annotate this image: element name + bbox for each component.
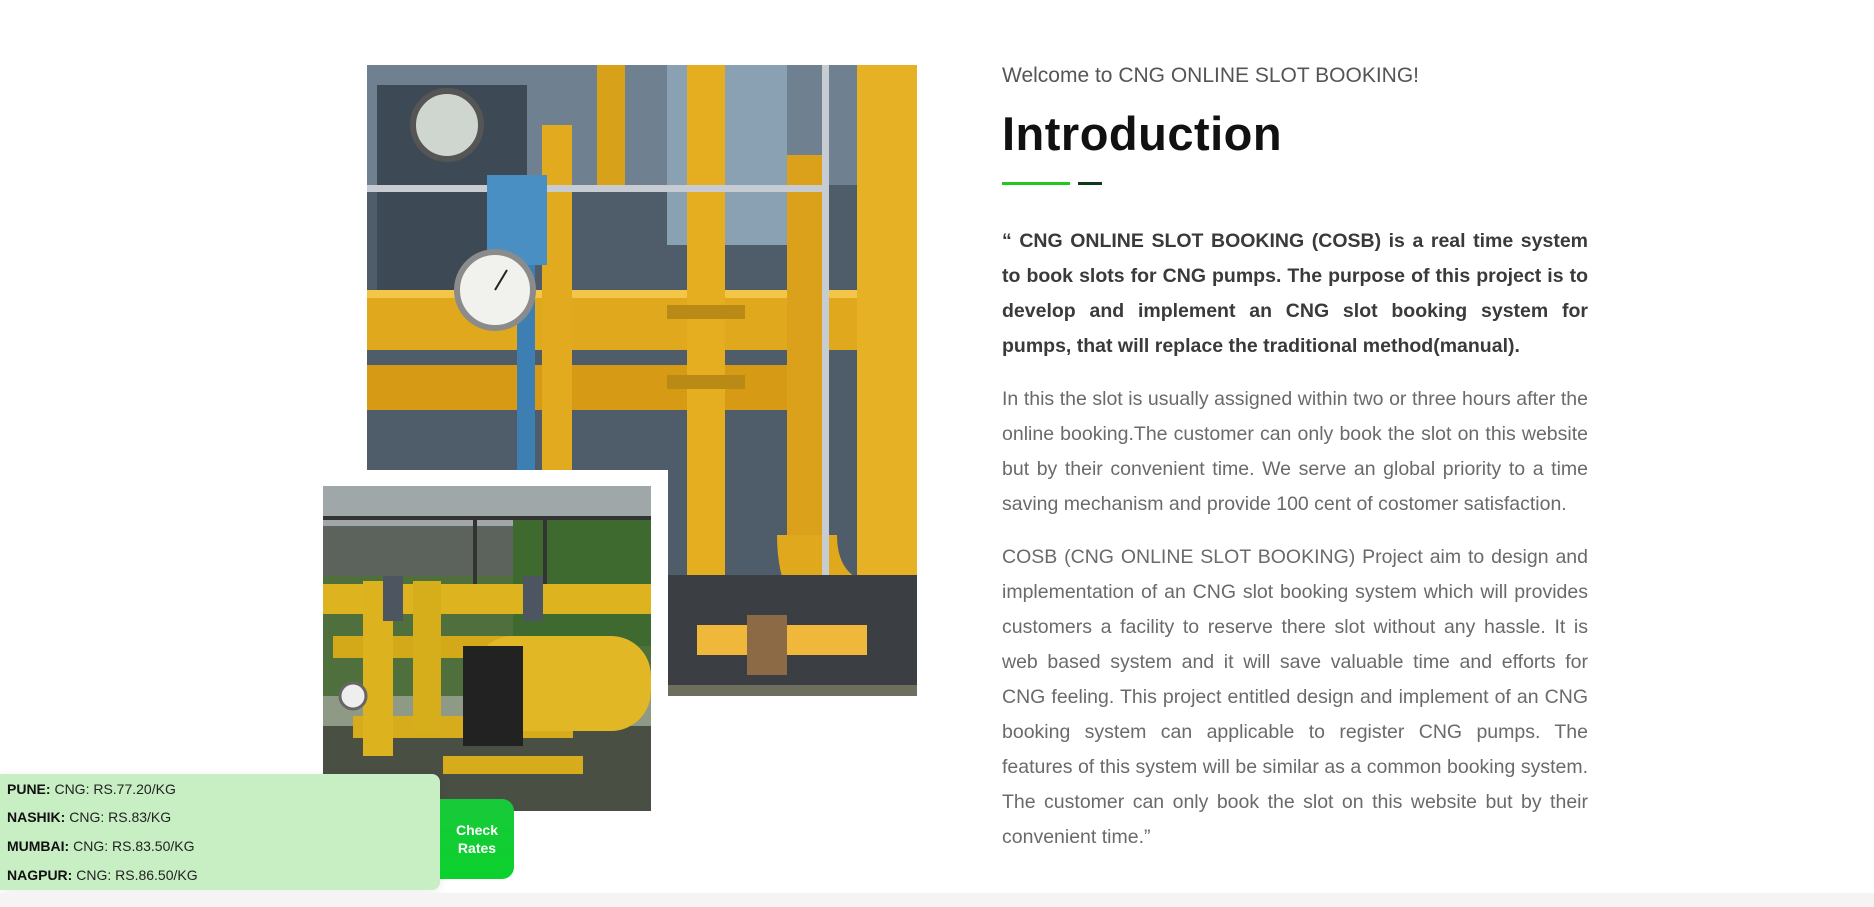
intro-section: Welcome to CNG ONLINE SLOT BOOKING! Intr… <box>1002 56 1588 855</box>
rate-price: CNG: RS.77.20/KG <box>54 781 176 797</box>
welcome-text: Welcome to CNG ONLINE SLOT BOOKING! <box>1002 64 1419 87</box>
check-rates-button[interactable]: Check Rates <box>440 799 514 879</box>
divider-bar-green <box>1002 182 1070 185</box>
rate-price: CNG: RS.86.50/KG <box>76 867 198 883</box>
page: Welcome to CNG ONLINE SLOT BOOKING! Intr… <box>0 0 1874 907</box>
cng-skid-photo <box>323 486 651 811</box>
rate-city: MUMBAI: <box>7 838 70 854</box>
intro-paragraph-2: COSB (CNG ONLINE SLOT BOOKING) Project a… <box>1002 546 1588 848</box>
page-bottom-band <box>0 893 1874 907</box>
rate-row-pune: PUNE: CNG: RS.77.20/KG <box>7 781 176 797</box>
cng-rates-panel: PUNE: CNG: RS.77.20/KG NASHIK: CNG: RS.8… <box>0 774 440 890</box>
title-divider <box>1002 182 1588 186</box>
rate-row-mumbai: MUMBAI: CNG: RS.83.50/KG <box>7 838 195 854</box>
intro-paragraph-1: In this the slot is usually assigned wit… <box>1002 388 1588 515</box>
divider-bar-dark <box>1078 182 1102 185</box>
rate-row-nashik: NASHIK: CNG: RS.83/KG <box>7 809 171 825</box>
page-title: Introduction <box>1002 107 1283 160</box>
intro-lead-paragraph: “ CNG ONLINE SLOT BOOKING (COSB) is a re… <box>1002 230 1588 357</box>
rate-price: CNG: RS.83/KG <box>69 809 172 825</box>
rate-city: NAGPUR: <box>7 867 73 883</box>
rate-row-nagpur: NAGPUR: CNG: RS.86.50/KG <box>7 867 198 883</box>
rate-city: PUNE: <box>7 781 51 797</box>
rate-city: NASHIK: <box>7 809 66 825</box>
rate-price: CNG: RS.83.50/KG <box>73 838 195 854</box>
